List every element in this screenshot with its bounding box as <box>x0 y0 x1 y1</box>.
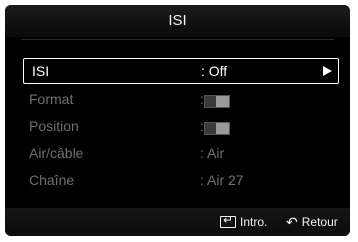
menu-item-position[interactable]: Position : <box>23 113 339 140</box>
return-icon: ↶ <box>286 213 298 230</box>
menu-item-label: Air/câble <box>29 145 84 161</box>
menu-item-label: ISI <box>32 63 50 79</box>
isi-menu-window: ISI ISI : Off Format : Position : Air/câ… <box>5 5 350 236</box>
menu-item-value: : Air <box>200 145 225 161</box>
menu-title: ISI <box>5 5 350 37</box>
menu-item-chaine[interactable]: Chaîne : Air 27 <box>23 167 339 194</box>
enter-hint[interactable]: Intro. <box>220 212 268 230</box>
help-bar: Intro. ↶Retour <box>5 208 350 236</box>
title-divider <box>21 39 334 40</box>
menu-item-value: : Air 27 <box>200 172 244 188</box>
format-preview-icon <box>204 95 230 108</box>
menu-item-isi[interactable]: ISI : Off <box>23 58 339 84</box>
right-arrow-icon[interactable] <box>323 66 332 76</box>
return-hint[interactable]: ↶ Retour <box>286 214 338 231</box>
enter-label: Intro. <box>240 215 268 229</box>
menu-item-label: Position <box>29 118 79 134</box>
menu-item-value: : Off <box>201 63 228 79</box>
position-preview-icon <box>204 122 230 135</box>
return-label: Retour <box>301 215 338 229</box>
menu-item-label: Chaîne <box>29 172 75 188</box>
menu-item-label: Format <box>29 91 74 107</box>
enter-icon <box>220 212 236 228</box>
menu-item-format[interactable]: Format : <box>23 86 339 113</box>
isi-menu-list: ISI : Off Format : Position : Air/câble … <box>23 58 339 194</box>
menu-item-air-cable[interactable]: Air/câble : Air <box>23 140 339 167</box>
